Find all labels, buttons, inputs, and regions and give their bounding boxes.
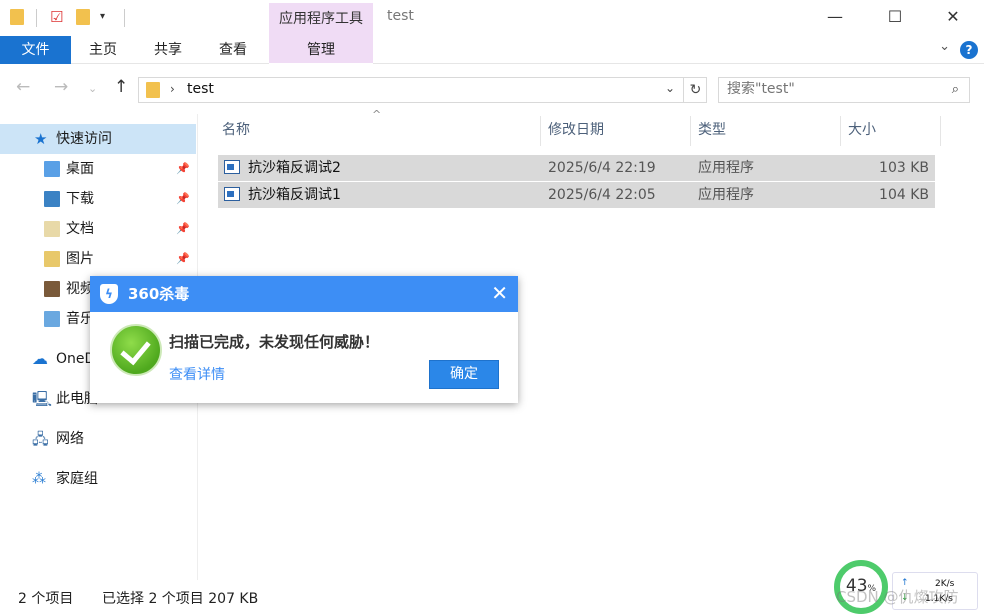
sidebar-item-label: 文档 xyxy=(66,221,94,237)
close-icon[interactable]: ✕ xyxy=(491,280,508,306)
navigation-bar: ← → ⌄ ↑ › test ⌄ ↻ ⌕ xyxy=(0,64,984,114)
sidebar-item-downloads[interactable]: 下载 📌 xyxy=(0,184,196,214)
sidebar-item-quick-access[interactable]: ★ 快速访问 xyxy=(0,124,196,154)
tab-home[interactable]: 主页 xyxy=(80,36,126,64)
watermark: CSDN @仇燦攻防 xyxy=(836,588,959,606)
file-name: 抗沙箱反调试2 xyxy=(248,160,341,176)
divider[interactable] xyxy=(690,116,691,146)
documents-folder-icon xyxy=(44,221,60,237)
pin-icon[interactable]: 📌 xyxy=(176,184,190,214)
column-header-size[interactable]: 大小 xyxy=(848,114,876,146)
sidebar-item-homegroup[interactable]: ⁂ 家庭组 xyxy=(0,464,196,494)
divider xyxy=(124,9,125,27)
minimize-button[interactable]: — xyxy=(810,0,860,36)
close-button[interactable]: ✕ xyxy=(928,0,978,36)
forward-arrow-icon[interactable]: → xyxy=(54,77,68,97)
sidebar-item-desktop[interactable]: 桌面 📌 xyxy=(0,154,196,184)
file-date: 2025/6/4 22:19 xyxy=(548,160,656,176)
dialog-header: ϟ 360杀毒 ✕ xyxy=(90,276,518,312)
tab-file[interactable]: 文件 xyxy=(0,36,71,64)
address-bar[interactable]: › test ⌄ ↻ xyxy=(138,77,707,103)
breadcrumb-chevron-icon[interactable]: › xyxy=(170,82,175,96)
context-tab-group-label: 应用程序工具 xyxy=(269,3,373,36)
sidebar-item-label: 网络 xyxy=(56,431,84,447)
tab-manage[interactable]: 管理 xyxy=(269,36,373,64)
window-title: test xyxy=(387,8,414,24)
customize-quick-access-icon[interactable]: ▾ xyxy=(100,8,116,26)
up-arrow-icon[interactable]: ↑ xyxy=(114,77,128,97)
recent-locations-chevron-icon[interactable]: ⌄ xyxy=(88,82,97,95)
tab-share[interactable]: 共享 xyxy=(145,36,191,64)
ribbon-tabs: 文件 主页 共享 查看 管理 ⌄ ? xyxy=(0,36,984,64)
search-box[interactable]: ⌕ xyxy=(718,77,970,103)
music-folder-icon xyxy=(44,311,60,327)
table-row[interactable]: 抗沙箱反调试1 2025/6/4 22:05 应用程序 104 KB xyxy=(218,182,935,208)
divider[interactable] xyxy=(840,116,841,146)
divider[interactable] xyxy=(540,116,541,146)
network-icon: 🖧 xyxy=(32,430,49,448)
videos-folder-icon xyxy=(44,281,60,297)
star-icon: ★ xyxy=(34,130,48,148)
dialog-title: 360杀毒 xyxy=(128,285,190,303)
search-icon[interactable]: ⌕ xyxy=(952,82,959,97)
folder-icon xyxy=(146,82,160,98)
sidebar-item-label: 下载 xyxy=(66,191,94,207)
column-header-date[interactable]: 修改日期 xyxy=(548,114,604,146)
selection-info: 已选择 2 个项目 207 KB xyxy=(102,591,259,607)
pin-icon[interactable]: 📌 xyxy=(176,244,190,274)
application-icon xyxy=(224,160,240,174)
item-count: 2 个项目 xyxy=(18,591,74,607)
file-size: 104 KB xyxy=(879,187,929,203)
sidebar-item-label: 家庭组 xyxy=(56,471,98,487)
scan-complete-dialog: ϟ 360杀毒 ✕ 扫描已完成，未发现任何威胁！ 查看详情 确定 xyxy=(90,276,518,403)
success-check-icon xyxy=(110,324,162,376)
back-arrow-icon[interactable]: ← xyxy=(16,77,30,97)
view-details-link[interactable]: 查看详情 xyxy=(169,364,225,384)
dialog-message: 扫描已完成，未发现任何威胁！ xyxy=(169,333,380,351)
folder-icon xyxy=(10,8,26,26)
homegroup-icon: ⁂ xyxy=(32,471,46,487)
pin-icon[interactable]: 📌 xyxy=(176,214,190,244)
column-header-type[interactable]: 类型 xyxy=(698,114,726,146)
sort-ascending-icon: ^ xyxy=(372,108,382,121)
sidebar-item-network[interactable]: 🖧 网络 xyxy=(0,424,196,454)
shield-icon: ϟ xyxy=(100,284,118,304)
help-icon[interactable]: ? xyxy=(960,41,978,59)
file-date: 2025/6/4 22:05 xyxy=(548,187,656,203)
downloads-folder-icon xyxy=(44,191,60,207)
properties-check-icon[interactable]: ☑ xyxy=(50,8,66,26)
pictures-folder-icon xyxy=(44,251,60,267)
refresh-icon[interactable]: ↻ xyxy=(683,78,707,102)
address-dropdown-icon[interactable]: ⌄ xyxy=(665,81,675,95)
sidebar-item-label: 图片 xyxy=(66,251,94,267)
divider[interactable] xyxy=(940,116,941,146)
file-name: 抗沙箱反调试1 xyxy=(248,187,341,203)
table-row[interactable]: 抗沙箱反调试2 2025/6/4 22:19 应用程序 103 KB xyxy=(218,155,935,181)
computer-icon: 🖳 xyxy=(32,390,53,408)
maximize-button[interactable]: ☐ xyxy=(870,0,920,36)
expand-ribbon-chevron-icon[interactable]: ⌄ xyxy=(939,39,950,54)
sidebar-item-label: 快速访问 xyxy=(56,131,112,147)
divider xyxy=(36,9,37,27)
search-input[interactable] xyxy=(727,81,927,97)
desktop-folder-icon xyxy=(44,161,60,177)
application-icon xyxy=(224,187,240,201)
file-type: 应用程序 xyxy=(698,187,754,203)
title-bar: ☑ ▾ 应用程序工具 test — ☐ ✕ xyxy=(0,0,984,36)
breadcrumb[interactable]: test xyxy=(187,81,214,97)
sidebar-item-label: 桌面 xyxy=(66,161,94,177)
ok-button[interactable]: 确定 xyxy=(429,360,499,389)
sidebar-item-documents[interactable]: 文档 📌 xyxy=(0,214,196,244)
sidebar-item-pictures[interactable]: 图片 📌 xyxy=(0,244,196,274)
column-header-name[interactable]: 名称 xyxy=(222,114,250,146)
pin-icon[interactable]: 📌 xyxy=(176,154,190,184)
tab-view[interactable]: 查看 xyxy=(210,36,256,64)
file-size: 103 KB xyxy=(879,160,929,176)
cloud-icon: ☁ xyxy=(32,349,48,368)
new-folder-icon[interactable] xyxy=(76,8,92,26)
file-type: 应用程序 xyxy=(698,160,754,176)
